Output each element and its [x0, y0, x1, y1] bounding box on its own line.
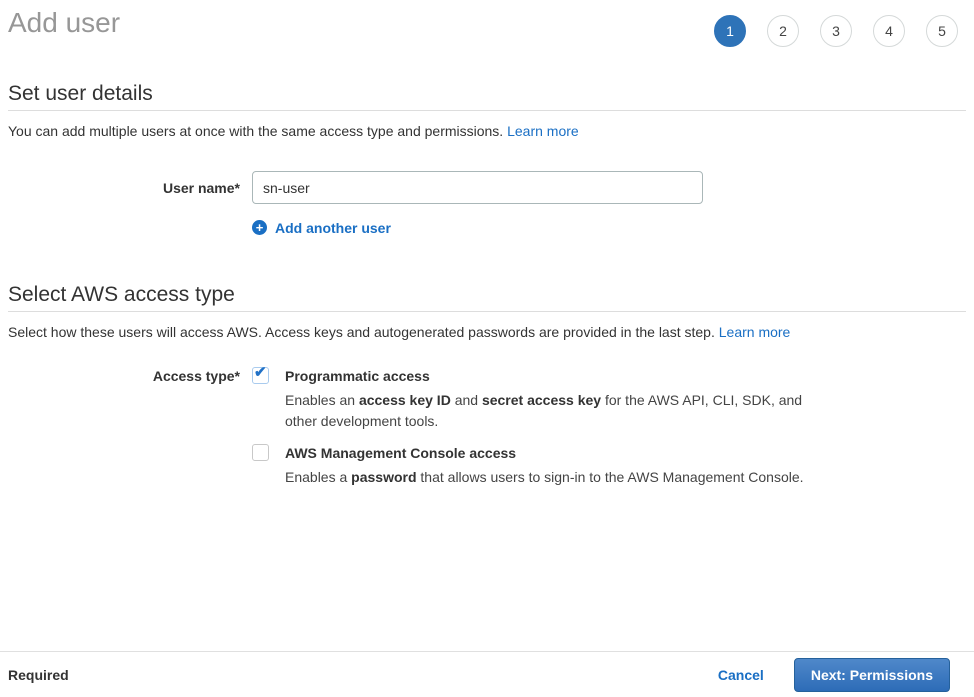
- user-name-label: User name*: [8, 180, 240, 196]
- step-indicator-3: 3: [820, 15, 852, 47]
- next-permissions-button[interactable]: Next: Permissions: [794, 658, 950, 692]
- step-indicator-1: 1: [714, 15, 746, 47]
- set-user-details-heading: Set user details: [8, 82, 966, 111]
- console-access-body: AWS Management Console access Enables a …: [285, 443, 804, 488]
- programmatic-access-checkbox[interactable]: ✔: [252, 367, 269, 384]
- access-type-heading: Select AWS access type: [8, 283, 966, 312]
- user-details-intro-text: You can add multiple users at once with …: [8, 123, 503, 139]
- page-header: Add user 1 2 3 4 5: [0, 0, 974, 60]
- programmatic-access-title: Programmatic access: [285, 366, 813, 386]
- access-type-row: Access type* ✔ Programmatic access Enabl…: [8, 366, 966, 488]
- add-another-user-label: Add another user: [275, 220, 391, 236]
- user-name-row: User name*: [8, 171, 966, 204]
- add-user-page: Add user 1 2 3 4 5 Set user details You …: [0, 0, 974, 697]
- access-type-intro: Select how these users will access AWS. …: [8, 323, 966, 342]
- console-access-option: AWS Management Console access Enables a …: [252, 443, 966, 488]
- programmatic-access-body: Programmatic access Enables an access ke…: [285, 366, 813, 432]
- step-indicator-2: 2: [767, 15, 799, 47]
- plus-circle-icon: +: [252, 220, 267, 235]
- console-access-checkbox[interactable]: [252, 444, 269, 461]
- step-indicator-5: 5: [926, 15, 958, 47]
- add-another-user-button[interactable]: + Add another user: [252, 220, 391, 236]
- user-name-input[interactable]: [252, 171, 703, 204]
- required-label: Required: [8, 667, 69, 683]
- add-another-user-row: + Add another user: [252, 219, 966, 237]
- footer-actions: Cancel Next: Permissions: [718, 658, 950, 692]
- wizard-footer: Required Cancel Next: Permissions: [0, 651, 974, 697]
- access-type-learn-more-link[interactable]: Learn more: [719, 324, 791, 340]
- step-indicator-4: 4: [873, 15, 905, 47]
- access-type-intro-text: Select how these users will access AWS. …: [8, 324, 715, 340]
- programmatic-access-option: ✔ Programmatic access Enables an access …: [252, 366, 966, 432]
- cancel-button[interactable]: Cancel: [718, 667, 764, 683]
- wizard-step-indicator: 1 2 3 4 5: [714, 15, 958, 47]
- console-access-description: Enables a password that allows users to …: [285, 467, 804, 488]
- console-access-title: AWS Management Console access: [285, 443, 804, 463]
- user-details-intro: You can add multiple users at once with …: [8, 122, 966, 141]
- access-type-options: ✔ Programmatic access Enables an access …: [252, 366, 966, 488]
- programmatic-access-description: Enables an access key ID and secret acce…: [285, 390, 813, 432]
- main-content: Set user details You can add multiple us…: [0, 82, 974, 488]
- access-type-label: Access type*: [8, 366, 240, 386]
- checkmark-icon: ✔: [254, 364, 267, 381]
- page-title: Add user: [8, 6, 120, 40]
- user-details-learn-more-link[interactable]: Learn more: [507, 123, 579, 139]
